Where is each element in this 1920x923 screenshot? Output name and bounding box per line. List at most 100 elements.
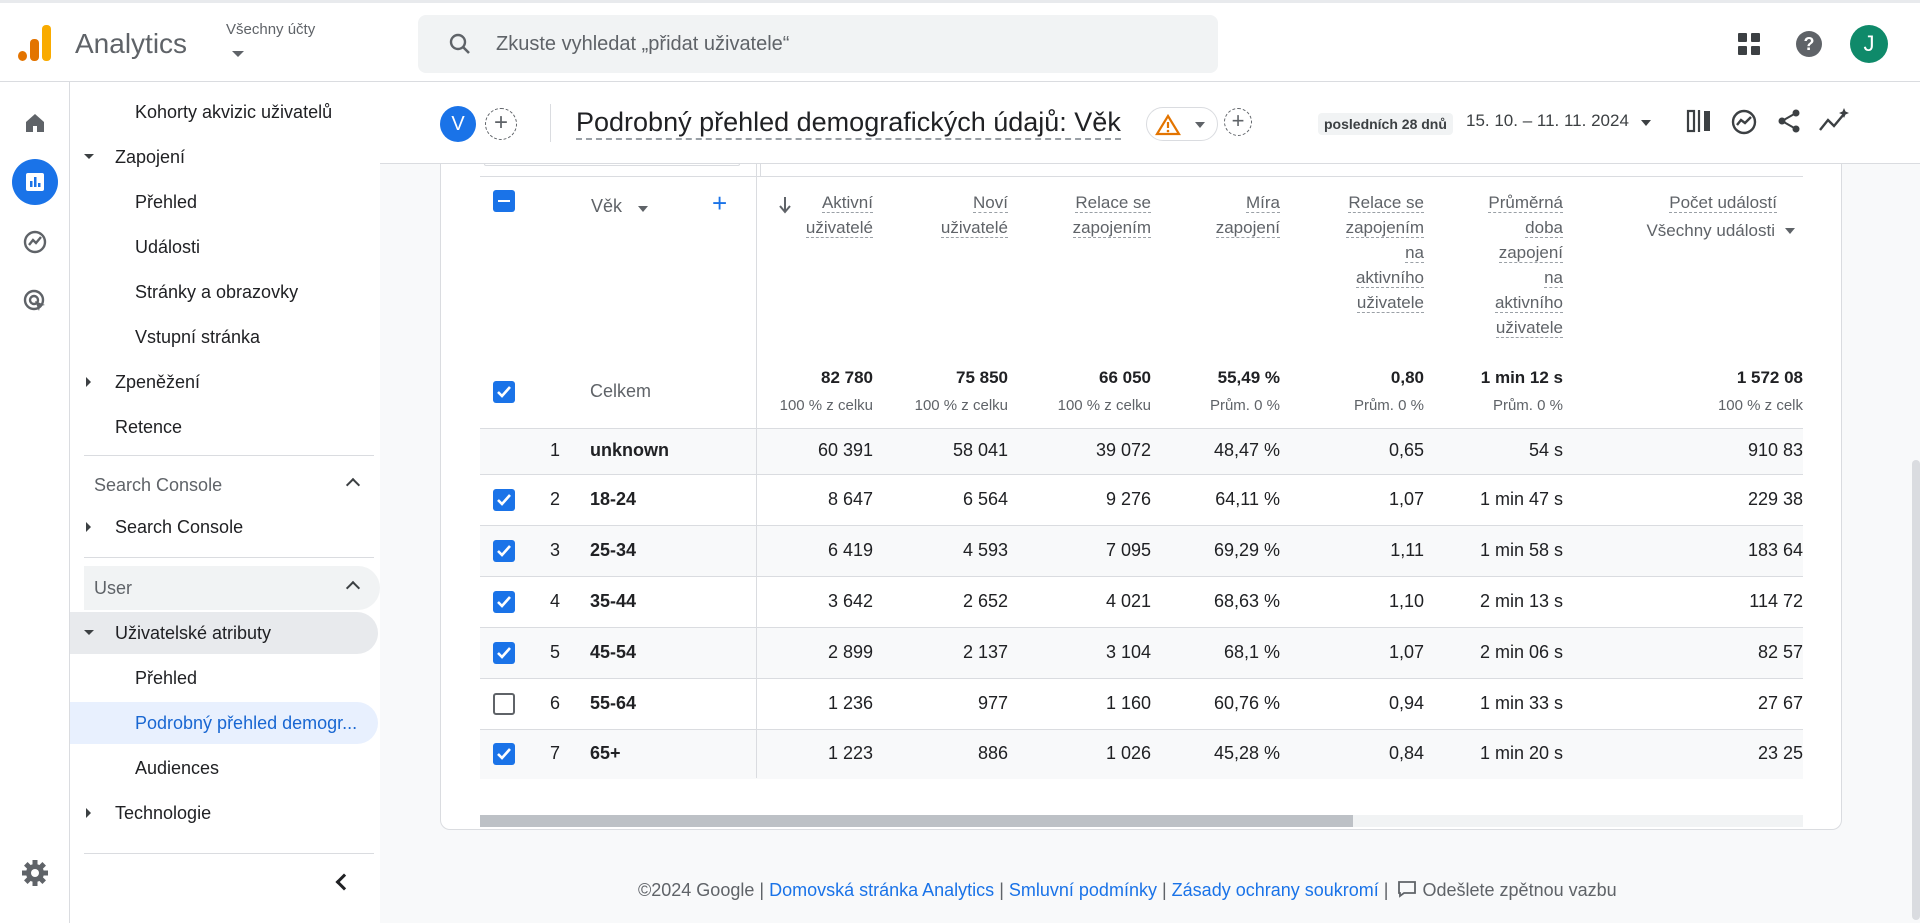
cell-engagement-rate: 68,1 % [1223,641,1280,662]
nav-item-search-console[interactable]: Search Console [70,508,360,546]
add-dimension-icon[interactable]: + [712,190,727,216]
nav-item-user-overview[interactable]: Přehled [70,659,197,697]
column-header-line: doba [1525,218,1563,238]
column-header-line: na [1544,268,1563,288]
footer-link-terms[interactable]: Smluvní podmínky [1009,880,1157,900]
row-checkbox[interactable] [493,488,515,511]
vertical-scrollbar[interactable] [1912,460,1920,920]
nav-item-audiences[interactable]: Audiences [70,749,219,787]
cell-engaged-sessions-per-user: 0,84 [1388,743,1424,763]
column-header-line: Relace se [1075,193,1151,213]
column-header-engagement-rate[interactable]: Míra zapojení [1215,190,1280,240]
row-checkbox[interactable] [493,743,515,765]
cell-new-users: 6 564 [962,488,1008,509]
column-header-engaged-sessions[interactable]: Relace se zapojením [1072,190,1151,240]
feedback-icon[interactable] [1397,880,1417,898]
nav-item-engagement[interactable]: Zapojení [70,138,360,176]
column-header-new-users[interactable]: Noví uživatelé [940,190,1008,240]
column-header-line: zapojení [1498,243,1563,263]
row-dimension-value[interactable]: 65+ [590,743,621,764]
apps-grid-icon[interactable] [1738,33,1760,55]
insights-icon[interactable] [1730,108,1758,136]
row-dimension-value[interactable]: 55-64 [590,693,636,714]
footer-feedback[interactable]: Odešlete zpětnou vazbu [1423,880,1617,900]
account-selector-label[interactable]: Všechny účty [226,21,315,38]
cell-event-count: 82 57 [1757,641,1803,662]
row-dimension-value[interactable]: 18-24 [590,489,636,510]
search-input[interactable] [496,15,1196,73]
cell-active-users: 60 391 [817,440,873,460]
column-header-line: Počet událostí [1669,193,1777,213]
nav-item-technology[interactable]: Technologie [70,794,360,832]
row-dimension-value[interactable]: 35-44 [590,591,636,612]
nav-item-pages-screens[interactable]: Stránky a obrazovky [70,273,298,311]
totals-checkbox[interactable] [493,381,515,403]
date-preset-chip[interactable]: posledních 28 dnů [1318,113,1453,135]
nav-item-user-attributes[interactable]: Uživatelské atributy [70,612,378,654]
compare-columns-icon[interactable] [1686,108,1712,134]
row-dimension-value[interactable]: 25-34 [590,540,636,561]
home-icon[interactable] [12,100,58,146]
nav-item-landing-page[interactable]: Vstupní stránka [70,318,260,356]
nav-item-cohorts[interactable]: Kohorty akvizic uživatelů [70,93,332,131]
column-header-line: zapojením [1072,218,1151,238]
explore-icon[interactable] [12,219,58,265]
footer-link-privacy[interactable]: Zásady ochrany soukromí [1172,880,1379,900]
cell-active-users: 1 236 [827,692,873,713]
reports-icon[interactable] [12,159,58,205]
row-checkbox[interactable] [493,539,515,562]
avatar[interactable]: J [1850,25,1888,63]
column-header-active-users[interactable]: Aktivní uživatelé [805,190,873,240]
column-header-line: zapojením [1345,218,1424,238]
footer-copyright: ©2024 Google [638,880,755,900]
dimension-header[interactable]: Věk [591,196,622,217]
sort-descending-icon[interactable] [778,196,792,214]
total-sub-avg-engagement-time: Prům. 0 % [1492,397,1563,414]
row-checkbox[interactable] [493,641,515,664]
page-title[interactable]: Podrobný přehled demografických údajů: V… [576,106,1121,140]
horizontal-scrollbar-thumb[interactable] [480,815,1353,827]
warning-dropdown[interactable] [1146,107,1218,141]
row-checkbox[interactable] [493,590,515,613]
column-header-line: Aktivní [821,193,873,213]
column-header-engaged-sessions-per-user[interactable]: Relace se zapojením na aktivního uživatele [1345,190,1424,315]
select-all-checkbox[interactable] [493,190,515,212]
date-range[interactable]: 15. 10. – 11. 11. 2024 [1466,111,1629,131]
left-rail [0,82,70,923]
cell-event-count: 114 72 [1749,590,1803,611]
footer-link-analytics-home[interactable]: Domovská stránka Analytics [769,880,994,900]
nav-item-events[interactable]: Události [70,228,200,266]
app-name[interactable]: Analytics [75,28,187,60]
analytics-logo-icon[interactable] [18,25,52,61]
nav-item-retention[interactable]: Retence [70,408,182,446]
add-comparison-icon[interactable]: + [485,108,517,140]
row-dimension-value[interactable]: unknown [590,440,669,461]
row-checkbox[interactable] [493,692,515,715]
cell-event-count: 23 25 [1757,743,1803,763]
nav-section-user[interactable]: User [84,566,380,610]
checkmark-icon [497,748,511,760]
column-header-avg-engagement-time[interactable]: Průměrná doba zapojení na aktivního uživatele [1488,190,1563,340]
column-header-event-count[interactable]: Počet událostí Všechny události [1646,190,1795,240]
help-icon[interactable]: ? [1796,31,1822,57]
event-filter-dropdown[interactable]: Všechny události [1646,218,1795,243]
row-index: 7 [549,743,560,763]
advertising-icon[interactable] [12,278,58,324]
nav-item-demographic-details[interactable]: Podrobný přehled demogr... [70,702,378,744]
settings-gear-icon[interactable] [20,858,50,888]
cell-engaged-sessions: 4 021 [1105,590,1151,611]
total-new-users: 75 850 [956,368,1008,387]
search-bar[interactable] [418,15,1218,73]
share-icon[interactable] [1776,108,1802,134]
dimension-caret-icon[interactable] [638,206,648,212]
trend-sparkle-icon[interactable] [1818,106,1850,136]
nav-item-monetization[interactable]: Zpeněžení [70,363,360,401]
nav-section-search-console[interactable]: Search Console [84,463,380,507]
row-dimension-value[interactable]: 45-54 [590,642,636,663]
account-selector-caret-icon[interactable] [232,51,244,57]
add-filter-icon[interactable]: + [1224,108,1252,136]
nav-item-overview[interactable]: Přehled [70,183,197,221]
comparison-badge[interactable]: V [440,106,476,142]
date-range-caret-icon[interactable] [1641,120,1651,126]
nav-divider [84,455,374,456]
